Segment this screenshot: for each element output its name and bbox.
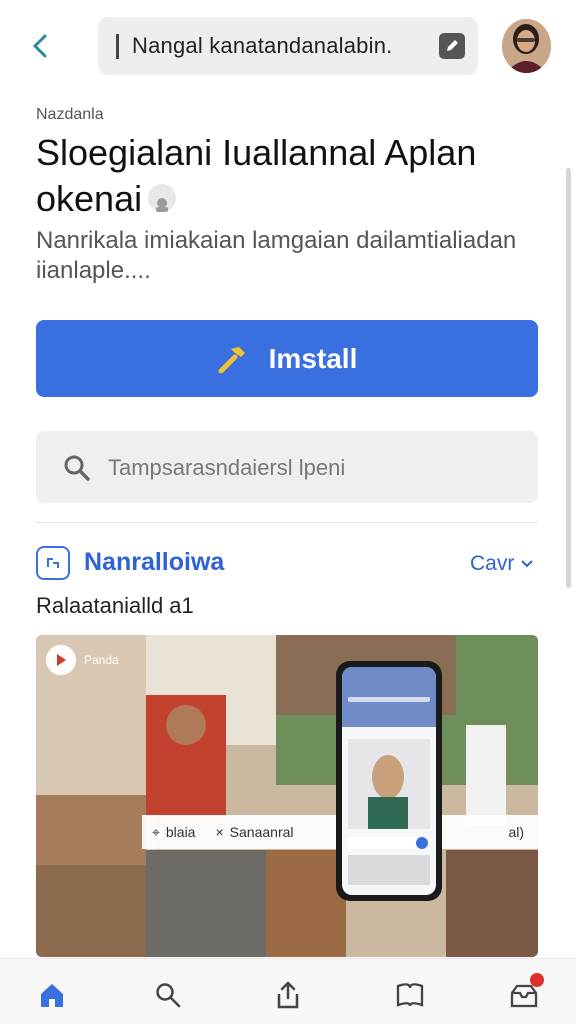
home-icon xyxy=(41,984,63,1007)
close-icon: × xyxy=(215,824,224,840)
chip-left[interactable]: ⌖ blaia xyxy=(142,824,205,841)
section-subtitle: Ralaatanialld a1 xyxy=(36,593,194,618)
app-grid-icon xyxy=(36,546,70,580)
app-category: Nazdanla xyxy=(36,106,104,123)
chip-mid[interactable]: × Sanaanral xyxy=(205,824,303,840)
verified-icon xyxy=(148,184,177,213)
share-icon xyxy=(277,981,299,1009)
notification-badge xyxy=(530,973,544,987)
chip-mid-label: Sanaanral xyxy=(229,824,294,840)
nav-share[interactable] xyxy=(270,977,306,1013)
phone-screen-content xyxy=(342,667,436,885)
back-button[interactable] xyxy=(22,28,58,64)
avatar[interactable] xyxy=(502,19,551,73)
tag-icon: ⌖ xyxy=(152,823,160,840)
page-title: Sloegialani Iuallannal Aplan okenai xyxy=(36,130,556,222)
play-button[interactable] xyxy=(46,645,76,675)
chip-right[interactable]: al) xyxy=(498,824,538,840)
search-field[interactable]: Tampsarasndaiersl lpeni xyxy=(36,431,538,503)
search-placeholder: Tampsarasndaiersl lpeni xyxy=(108,455,346,480)
scrollbar[interactable] xyxy=(566,168,571,588)
divider xyxy=(36,522,538,523)
title-line-1: Sloegialani Iuallannal Aplan xyxy=(36,132,477,173)
hammer-icon xyxy=(218,346,245,373)
chip-left-label: blaia xyxy=(165,824,196,840)
section-more-label: Cavr xyxy=(470,552,515,575)
preview-photo xyxy=(36,635,538,957)
nav-home[interactable] xyxy=(34,977,70,1013)
chevron-left-icon xyxy=(33,34,47,58)
media-preview[interactable]: Panda ⌖ blaia × Sanaanral al) xyxy=(36,635,538,957)
chip-right-label: al) xyxy=(508,824,524,840)
bookmark-icon xyxy=(396,983,424,1007)
phone-mockup xyxy=(336,661,442,901)
avatar-image xyxy=(502,19,551,73)
chevron-down-icon xyxy=(521,560,534,568)
url-text: Nangal kanatandanalabin. xyxy=(132,33,393,58)
edit-button[interactable] xyxy=(439,33,465,59)
install-button[interactable]: Imstall xyxy=(36,320,538,397)
install-label: Imstall xyxy=(268,342,358,374)
bottom-nav xyxy=(0,958,576,1024)
section-title[interactable]: Nanralloiwa xyxy=(84,548,224,577)
edit-icon xyxy=(447,40,458,51)
app-description: Nanrikala imiakaian lamgaian dailamtiali… xyxy=(36,227,517,284)
play-icon xyxy=(57,654,66,666)
url-bar[interactable]: Nangal kanatandanalabin. xyxy=(98,17,478,75)
section-more-button[interactable]: Cavr xyxy=(470,552,534,576)
nav-search[interactable] xyxy=(150,977,186,1013)
title-line-2: okenai xyxy=(36,178,143,219)
search-icon xyxy=(64,455,90,481)
phone-screen xyxy=(342,667,436,895)
text-caret xyxy=(116,34,119,59)
top-bar: Nangal kanatandanalabin. xyxy=(0,0,576,96)
nav-inbox[interactable] xyxy=(506,973,544,1013)
media-label: Panda xyxy=(84,653,119,667)
nav-library[interactable] xyxy=(392,977,428,1013)
search-icon xyxy=(156,983,181,1008)
